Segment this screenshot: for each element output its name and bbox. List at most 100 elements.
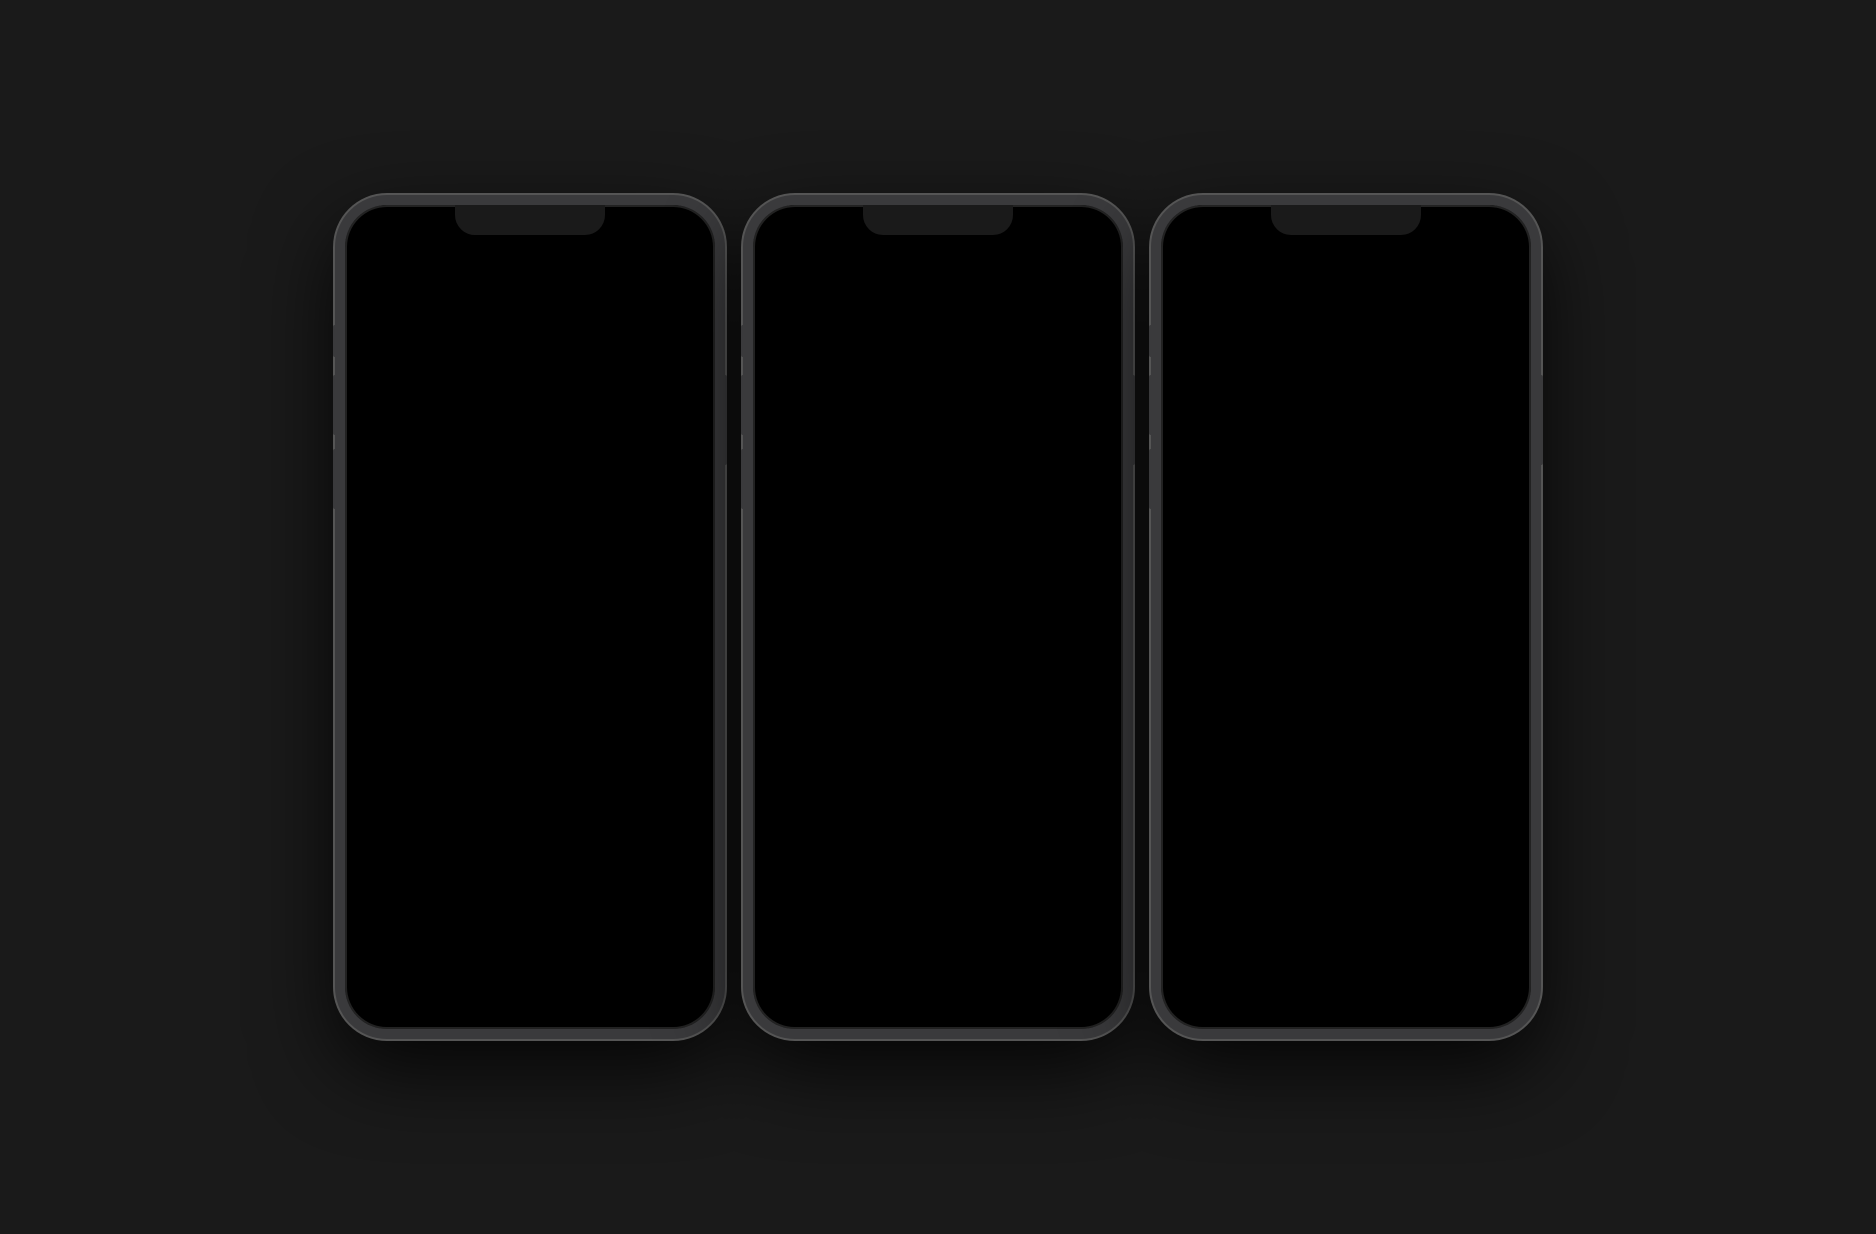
translate-icon[interactable]: A文 xyxy=(359,561,419,621)
app-settings-2[interactable]: Settings xyxy=(995,479,1055,554)
slack-icon-3[interactable]: # xyxy=(1175,705,1235,765)
dock-phone[interactable] xyxy=(619,943,679,1003)
phone2-empty-1 xyxy=(767,839,827,899)
reminders-icon-2[interactable] xyxy=(1049,671,1109,731)
dock-mail-3[interactable] xyxy=(1276,943,1336,1003)
app-photos[interactable]: Photos xyxy=(359,657,419,732)
app-reminders-3[interactable]: Reminders xyxy=(1251,801,1311,876)
notes-icon-2[interactable] xyxy=(973,671,1033,731)
app-home[interactable]: Home xyxy=(435,657,495,732)
app-home-2[interactable]: Home xyxy=(995,575,1055,650)
side-button-silent-3 xyxy=(1149,325,1153,357)
app-home-3[interactable]: Home xyxy=(1403,705,1463,780)
app-calendar-3[interactable]: MON 22 Calendar xyxy=(1403,801,1463,876)
app-calendar-2[interactable]: MON 22 Calendar xyxy=(995,839,1055,914)
notes-icon-3[interactable] xyxy=(1175,801,1235,861)
photos-icon-3[interactable] xyxy=(1327,705,1387,765)
photos-icon-2[interactable] xyxy=(919,575,979,635)
app-photos-3[interactable]: Photos xyxy=(1327,705,1387,780)
cal-d-20: 20 xyxy=(1399,570,1413,584)
app-calendar[interactable]: MON 22 Calendar xyxy=(435,825,495,900)
app-slack-3[interactable]: # Slack xyxy=(1175,705,1235,780)
translate-icon-2[interactable]: A文 xyxy=(919,479,979,539)
app-slack[interactable]: # Slack xyxy=(511,465,571,540)
app-youtube[interactable]: YouTube xyxy=(435,465,495,540)
app-clock-3[interactable]: Clock xyxy=(1327,801,1387,876)
maps-icon-2[interactable]: 🗺 xyxy=(767,479,827,539)
music-title: The New Abnormal xyxy=(598,669,659,698)
app-reminders-2[interactable]: Reminders xyxy=(1049,671,1109,746)
app-notes-3[interactable]: Notes xyxy=(1175,801,1235,876)
app-settings-3[interactable]: Settings xyxy=(1457,344,1517,419)
app-photos-2[interactable]: Photos xyxy=(919,575,979,650)
app-settings[interactable]: Settings xyxy=(435,561,495,636)
dock-phone-3[interactable] xyxy=(1435,943,1495,1003)
phone3-top-right-apps: 🗺 Maps YouTube xyxy=(1385,257,1517,419)
reminders-icon[interactable] xyxy=(587,561,647,621)
home-icon-3[interactable] xyxy=(1403,705,1463,765)
music-widget[interactable]: The New Abnormal The Strokes ♪ 👤 ESSENTI… xyxy=(534,657,679,802)
dock-mail[interactable] xyxy=(460,943,520,1003)
clock-icon-2[interactable] xyxy=(919,839,979,899)
app-notes[interactable]: Notes xyxy=(511,561,571,636)
maps-icon[interactable]: 🗺 xyxy=(359,465,419,525)
app-youtube-3[interactable]: YouTube xyxy=(1457,257,1517,332)
clock-icon-3[interactable] xyxy=(1327,801,1387,861)
calendar-icon[interactable]: MON 22 xyxy=(435,825,495,885)
dock-safari[interactable] xyxy=(540,943,600,1003)
slack-icon[interactable]: # xyxy=(511,465,571,525)
app-camera-3[interactable]: Camera xyxy=(1251,705,1311,780)
notes-icon[interactable] xyxy=(511,561,571,621)
app-translate-3[interactable]: A文 Translate xyxy=(1385,344,1445,419)
settings-icon-3[interactable] xyxy=(1457,344,1517,404)
app-maps-3[interactable]: 🗺 Maps xyxy=(1385,257,1445,332)
svg-text:🗺: 🗺 xyxy=(786,498,809,518)
youtube-icon-3[interactable] xyxy=(1457,257,1517,317)
podcasts-label: Podcasts xyxy=(819,820,860,831)
home-icon-2[interactable] xyxy=(995,575,1055,635)
dock-mail-2[interactable] xyxy=(868,943,928,1003)
translate-icon-3[interactable]: A文 xyxy=(1385,344,1445,404)
podcast-widget[interactable]: 🎙 👨 1H 47M LEFT Ali Abdaal xyxy=(767,671,912,816)
dock-messages[interactable] xyxy=(381,943,441,1003)
album-large-2: 👤 xyxy=(857,333,927,403)
battery-watch-ring: ⌚ xyxy=(1292,269,1344,321)
maps-icon-3[interactable]: 🗺 xyxy=(1385,257,1445,317)
dock-messages-2[interactable] xyxy=(789,943,849,1003)
app-translate[interactable]: A文 Translate xyxy=(359,561,419,636)
app-reminders[interactable]: Reminders xyxy=(587,561,647,636)
app-notes-2[interactable]: Notes xyxy=(973,671,1033,746)
settings-icon-2[interactable] xyxy=(995,479,1055,539)
calendar-icon-3[interactable]: MON 22 xyxy=(1403,801,1463,861)
app-slack-2[interactable]: # Slack xyxy=(767,575,827,650)
camera-icon[interactable] xyxy=(587,465,647,525)
app-clock[interactable]: 12 3 6 9 Clock xyxy=(359,825,419,900)
camera-icon-2[interactable] xyxy=(843,575,903,635)
calendar-icon-2[interactable]: MON 22 xyxy=(995,839,1055,899)
dock-messages-3[interactable] xyxy=(1197,943,1257,1003)
app-clock-2[interactable]: Clock xyxy=(919,839,979,914)
slack-icon-2[interactable]: # xyxy=(767,575,827,635)
settings-icon[interactable] xyxy=(435,561,495,621)
youtube-icon-2[interactable] xyxy=(843,479,903,539)
dock-phone-2[interactable] xyxy=(1027,943,1087,1003)
cal-d-12: 12 xyxy=(1489,550,1503,559)
app-camera[interactable]: Camera xyxy=(587,465,647,540)
dock-safari-2[interactable] xyxy=(948,943,1008,1003)
phone-1: 7:23 ▲▲▲ WiFi 🔋 ▶ 80° ☁️ Expect rain in … xyxy=(335,195,725,1039)
app-maps-2[interactable]: 🗺 Maps xyxy=(767,479,827,554)
photos-icon[interactable] xyxy=(359,657,419,717)
camera-icon-3[interactable] xyxy=(1251,705,1311,765)
youtube-icon[interactable] xyxy=(435,465,495,525)
reminders-icon-3[interactable] xyxy=(1251,801,1311,861)
app-youtube-2[interactable]: YouTube xyxy=(843,479,903,554)
battery-phone: 📱 xyxy=(1187,269,1269,321)
app-camera-2[interactable]: Camera xyxy=(843,575,903,650)
music-text: The New Abnormal The Strokes xyxy=(598,669,659,710)
dock-safari-3[interactable] xyxy=(1356,943,1416,1003)
batteries-label: Batteries xyxy=(1175,397,1371,409)
app-maps[interactable]: 🗺 Maps xyxy=(359,465,419,540)
app-translate-2[interactable]: A文 Translate xyxy=(919,479,979,554)
home-icon[interactable] xyxy=(435,657,495,717)
clock-icon[interactable]: 12 3 6 9 xyxy=(359,825,419,885)
